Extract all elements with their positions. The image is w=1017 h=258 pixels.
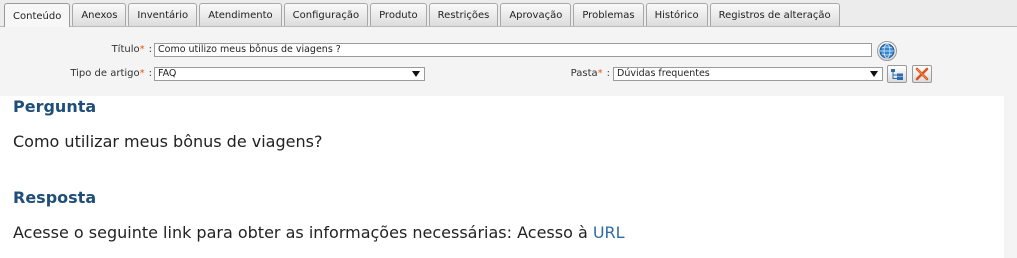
globe-icon bbox=[879, 43, 895, 59]
label-colon: : bbox=[606, 68, 610, 79]
folder-select[interactable]: Dúvidas frequentes bbox=[613, 67, 883, 81]
clear-icon bbox=[915, 67, 929, 81]
tab-conteudo[interactable]: Conteúdo bbox=[4, 3, 71, 28]
answer-heading: Resposta bbox=[13, 188, 97, 207]
folder-tree-button[interactable] bbox=[887, 65, 907, 83]
question-heading: Pergunta bbox=[13, 97, 97, 116]
question-text: Como utilizar meus bônus de viagens? bbox=[13, 132, 323, 151]
tab-aprovacao[interactable]: Aprovação bbox=[500, 3, 572, 26]
type-label-text: Tipo de artigo bbox=[70, 68, 140, 79]
clear-folder-button[interactable] bbox=[912, 65, 932, 83]
article-content: Pergunta Como utilizar meus bônus de via… bbox=[0, 96, 1004, 258]
tab-label: Anexos bbox=[81, 9, 118, 21]
tab-label: Registros de alteração bbox=[718, 9, 831, 21]
tab-anexos[interactable]: Anexos bbox=[72, 3, 127, 26]
type-select[interactable]: FAQ bbox=[154, 67, 425, 81]
title-input[interactable]: Como utilizo meus bônus de viagens ? bbox=[154, 43, 872, 57]
tab-label: Restrições bbox=[437, 9, 490, 21]
title-label: Título*: bbox=[60, 44, 152, 55]
required-mark: * bbox=[139, 44, 145, 55]
answer-paragraph: Acesse o seguinte link para obter as inf… bbox=[13, 223, 625, 242]
label-colon: : bbox=[148, 68, 152, 79]
tab-label: Inventário bbox=[137, 9, 189, 21]
tab-label: Aprovação bbox=[509, 9, 563, 21]
title-input-value: Como utilizo meus bônus de viagens ? bbox=[158, 44, 341, 55]
answer-text: Acesse o seguinte link para obter as inf… bbox=[13, 223, 593, 242]
required-mark: * bbox=[597, 68, 603, 79]
tab-label: Configuração bbox=[292, 9, 360, 21]
folder-tree-icon bbox=[891, 69, 903, 80]
tab-produto[interactable]: Produto bbox=[370, 3, 427, 26]
tab-label: Problemas bbox=[582, 9, 635, 21]
tab-inventario[interactable]: Inventário bbox=[128, 3, 198, 26]
tab-historico[interactable]: Histórico bbox=[645, 3, 708, 26]
title-label-text: Título bbox=[111, 44, 140, 55]
tab-problemas[interactable]: Problemas bbox=[573, 3, 644, 26]
label-colon: : bbox=[148, 44, 152, 55]
tab-list: Conteúdo Anexos Inventário Atendimento C… bbox=[4, 3, 842, 28]
tab-bar: Conteúdo Anexos Inventário Atendimento C… bbox=[0, 0, 1017, 28]
tab-configuracao[interactable]: Configuração bbox=[283, 3, 369, 26]
folder-label-text: Pasta bbox=[570, 68, 598, 79]
tab-atendimento[interactable]: Atendimento bbox=[199, 3, 282, 26]
tab-label: Histórico bbox=[654, 9, 699, 21]
tab-registros-de-alteracao[interactable]: Registros de alteração bbox=[709, 3, 840, 26]
tab-label: Conteúdo bbox=[13, 10, 62, 22]
type-select-value: FAQ bbox=[158, 68, 177, 79]
folder-select-value: Dúvidas frequentes bbox=[617, 68, 710, 79]
folder-label: Pasta*: bbox=[540, 68, 610, 79]
chevron-down-icon bbox=[870, 71, 878, 77]
translate-button[interactable] bbox=[877, 41, 897, 61]
type-label: Tipo de artigo*: bbox=[60, 68, 152, 79]
chevron-down-icon bbox=[412, 71, 420, 77]
required-mark: * bbox=[139, 68, 145, 79]
tab-restricoes[interactable]: Restrições bbox=[428, 3, 499, 26]
tab-label: Produto bbox=[379, 9, 418, 21]
answer-link[interactable]: URL bbox=[593, 223, 625, 242]
tab-label: Atendimento bbox=[208, 9, 273, 21]
